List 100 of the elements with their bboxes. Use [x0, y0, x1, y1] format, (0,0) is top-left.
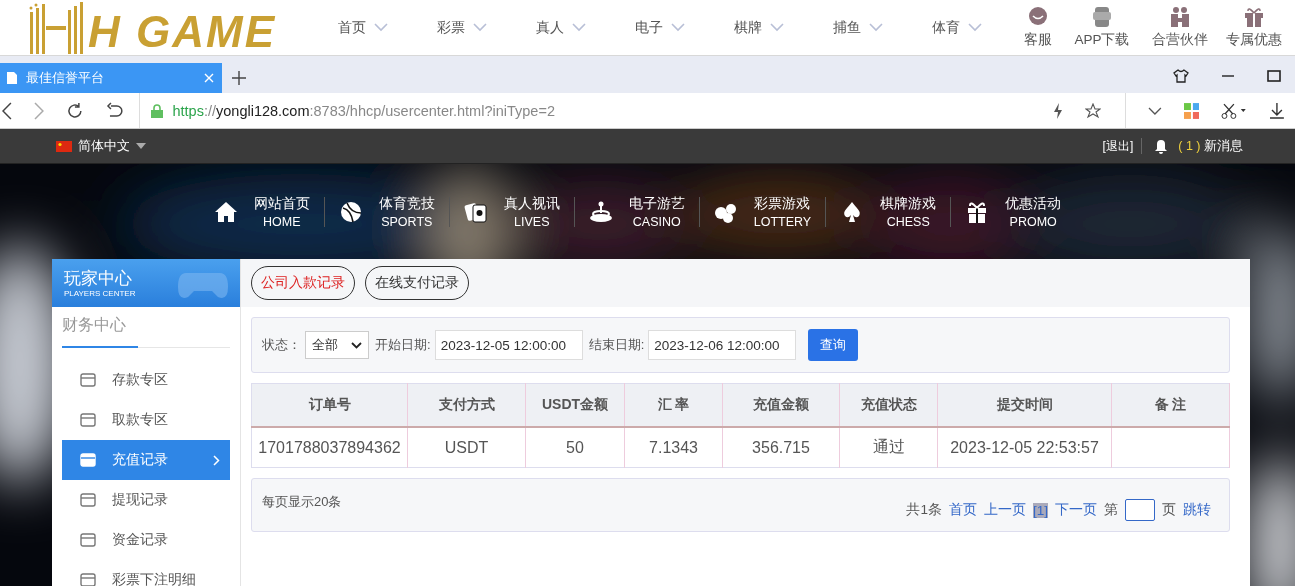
- main-nav-item[interactable]: 优惠活动 PROMO: [951, 194, 1076, 229]
- table-cell: 7.1343: [624, 427, 723, 468]
- chevron-down-icon: [671, 23, 685, 32]
- roulette-icon: [588, 199, 613, 224]
- new-tab-icon[interactable]: [232, 71, 246, 85]
- sidebar-item[interactable]: 提现记录: [62, 480, 230, 520]
- bell-icon[interactable]: [1154, 138, 1169, 154]
- house-icon: [213, 199, 238, 224]
- table-cell: USDT: [407, 427, 526, 468]
- table-cell: 50: [525, 427, 625, 468]
- nav-link[interactable]: 真人: [536, 18, 635, 37]
- gift-icon: [1243, 6, 1265, 28]
- card-icon: [80, 533, 96, 547]
- column-header: 支付方式: [407, 383, 526, 427]
- messages-link[interactable]: ( 1 ) 新消息: [1178, 137, 1243, 155]
- end-date-field[interactable]: 2023-12-06 12:00:00: [648, 330, 797, 360]
- back-icon[interactable]: [2, 101, 12, 120]
- chevron-down-icon: [473, 23, 487, 32]
- column-header: 备 注: [1111, 383, 1230, 427]
- page-suffix: 页: [1162, 501, 1176, 519]
- table-cell: 通过: [839, 427, 938, 468]
- card-icon: [80, 373, 96, 387]
- undo-icon[interactable]: [105, 101, 124, 120]
- start-date-field[interactable]: 2023-12-05 12:00:00: [434, 330, 583, 360]
- main-nav-item[interactable]: 电子游艺 CASINO: [574, 194, 699, 229]
- column-header: 订单号: [251, 383, 408, 427]
- record-tab[interactable]: 在线支付记录: [365, 266, 469, 300]
- maximize-icon[interactable]: [1267, 69, 1281, 83]
- nav-link[interactable]: 彩票: [437, 18, 536, 37]
- reload-icon[interactable]: [65, 101, 84, 120]
- caret-icon: [136, 143, 146, 149]
- chevron-down-icon: [770, 23, 784, 32]
- phone-icon: [1091, 6, 1113, 28]
- card-icon: [80, 493, 96, 507]
- chevron-down-icon[interactable]: [1147, 106, 1162, 115]
- column-header: USDT金额: [525, 383, 625, 427]
- sidebar-title: 玩家中心: [64, 268, 132, 289]
- shortcut-link[interactable]: 专属优惠: [1219, 6, 1289, 49]
- page-icon: [6, 71, 18, 85]
- first-page-link[interactable]: 首页: [949, 501, 977, 519]
- end-date-label: 结束日期:: [588, 336, 645, 354]
- sidebar-item[interactable]: 充值记录: [62, 440, 230, 480]
- status-label: 状态：: [262, 336, 301, 354]
- scissors-icon[interactable]: [1221, 102, 1248, 119]
- close-icon[interactable]: [204, 73, 214, 83]
- main-nav-item[interactable]: 网站首页 HOME: [199, 194, 324, 229]
- sidebar-item[interactable]: 存款专区: [62, 360, 230, 400]
- table-cell: 356.715: [722, 427, 840, 468]
- table-cell: 2023-12-05 22:53:57: [937, 427, 1112, 468]
- jump-link[interactable]: 跳转: [1183, 501, 1211, 519]
- chevron-down-icon: [869, 23, 883, 32]
- sidebar-item[interactable]: 资金记录: [62, 520, 230, 560]
- query-button[interactable]: 查询: [808, 329, 859, 361]
- nav-link[interactable]: 电子: [635, 18, 734, 37]
- logout-link[interactable]: [退出]: [1102, 137, 1134, 155]
- people-icon: [1169, 6, 1191, 28]
- chevron-right-icon: [213, 454, 220, 466]
- nav-link[interactable]: 捕鱼: [833, 18, 932, 37]
- next-page-link[interactable]: 下一页: [1055, 501, 1097, 519]
- page-input[interactable]: [1125, 499, 1155, 521]
- sidebar-item[interactable]: 取款专区: [62, 400, 230, 440]
- section-title: 财务中心: [62, 315, 138, 348]
- record-tab[interactable]: 公司入款记录: [251, 266, 355, 300]
- card-icon: [80, 573, 96, 586]
- chevron-down-icon: [374, 23, 388, 32]
- prev-page-link[interactable]: 上一页: [984, 501, 1026, 519]
- page-prefix: 第: [1104, 501, 1118, 519]
- column-header: 提交时间: [937, 383, 1112, 427]
- chevron-down-icon: [572, 23, 586, 32]
- card-icon: [80, 453, 96, 467]
- shortcut-link[interactable]: 合营伙伴: [1141, 6, 1219, 49]
- card-icon: [80, 413, 96, 427]
- sidebar-subtitle: PLAYERS CENTER: [64, 288, 136, 298]
- chevron-down-icon: [351, 341, 362, 349]
- ball-icon: [338, 199, 363, 224]
- table-cell: 1701788037894362: [251, 427, 408, 468]
- flag-icon: [56, 140, 72, 152]
- main-nav-item[interactable]: 棋牌游戏 CHESS: [826, 194, 951, 229]
- nav-link[interactable]: 棋牌: [734, 18, 833, 37]
- column-header: 充值状态: [839, 383, 938, 427]
- shortcut-link[interactable]: APP下载: [1063, 6, 1141, 49]
- sidebar-item[interactable]: 彩票下注明细: [62, 560, 230, 586]
- shirt-icon[interactable]: [1173, 69, 1189, 83]
- per-page-text: 每页显示20条: [262, 493, 342, 511]
- download-icon[interactable]: [1269, 102, 1285, 119]
- total-count: 共1条: [906, 501, 942, 519]
- status-select[interactable]: 全部: [305, 331, 369, 359]
- apps-icon[interactable]: [1183, 102, 1200, 119]
- shortcut-link[interactable]: 客服: [1013, 6, 1063, 49]
- start-date-label: 开始日期:: [375, 336, 431, 354]
- nav-link[interactable]: 首页: [338, 18, 437, 37]
- main-nav-item[interactable]: 彩票游戏 LOTTERY: [699, 194, 826, 229]
- chevron-down-icon: [968, 23, 982, 32]
- url-field[interactable]: https://yongli128.com:8783/hhcp/usercenter.html?iniType=2: [172, 102, 555, 119]
- language-selector[interactable]: 简体中文: [56, 137, 146, 155]
- main-nav-item[interactable]: 体育竞技 SPORTS: [324, 194, 449, 229]
- lightning-icon[interactable]: [1052, 102, 1063, 119]
- chat-bubble-icon: [1027, 6, 1049, 28]
- star-icon[interactable]: [1084, 102, 1101, 119]
- main-nav-item[interactable]: 真人视讯 LIVES: [449, 194, 574, 229]
